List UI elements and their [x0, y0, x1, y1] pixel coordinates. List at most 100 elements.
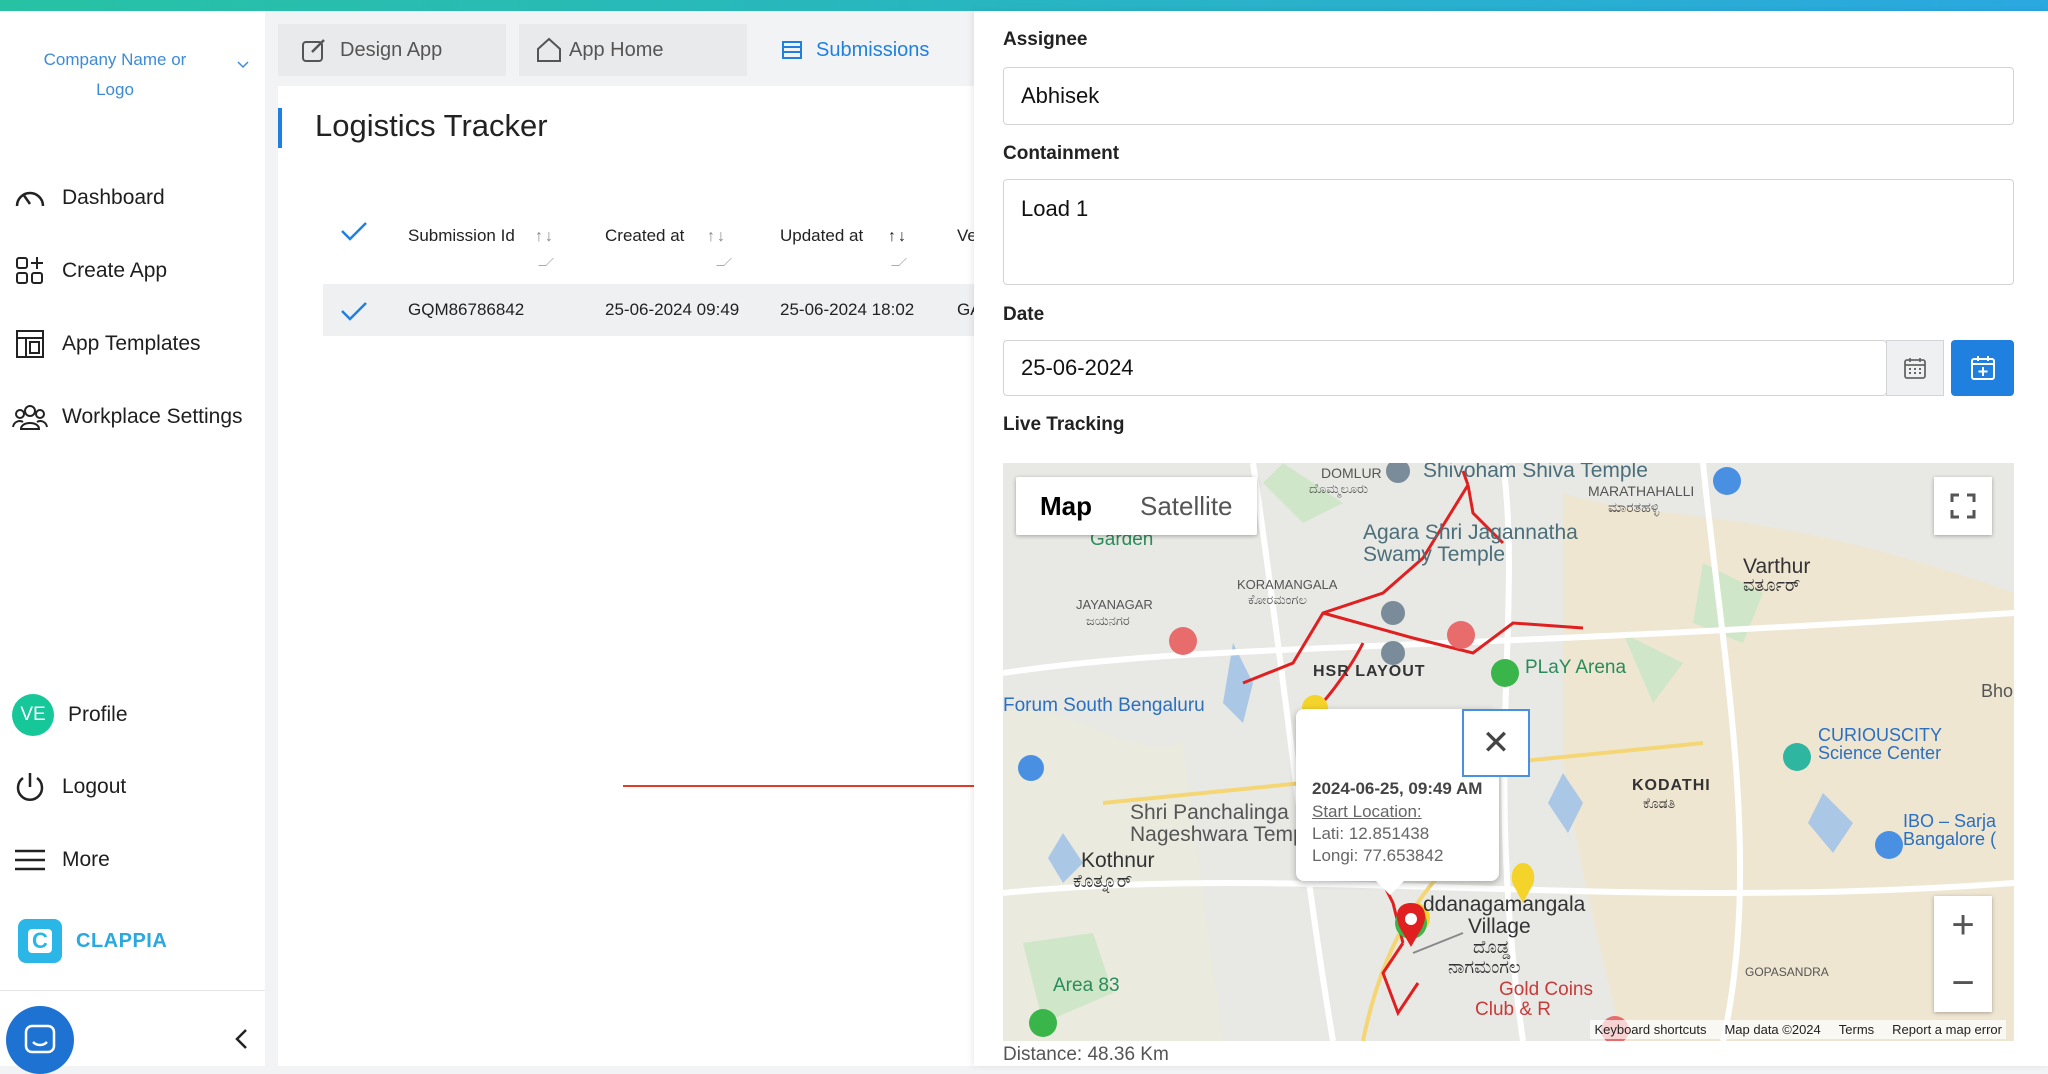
resize-handle[interactable] — [538, 258, 554, 266]
map-label-varthur-kn: ವರ್ತೂರ್ — [1743, 575, 1801, 595]
cell-updated-at: 25-06-2024 18:02 — [780, 300, 915, 319]
template-icon — [16, 330, 44, 358]
map-info-window: ✕ 2024-06-25, 09:49 AM Start Location: L… — [1296, 709, 1530, 895]
sort-icon[interactable]: ↑↓ — [535, 228, 555, 246]
tab-label: App Home — [569, 38, 664, 61]
title-accent — [278, 108, 282, 148]
date-label: Date — [1003, 304, 1045, 325]
clappia-logo-icon: C — [18, 919, 62, 963]
sidebar-item-label: More — [62, 848, 110, 871]
resize-handle[interactable] — [716, 258, 732, 266]
keyboard-shortcuts-link[interactable]: Keyboard shortcuts — [1594, 1022, 1706, 1037]
company-logo[interactable]: Company Name or Logo — [30, 45, 200, 105]
map-label-marathahalli: MARATHAHALLI — [1588, 483, 1695, 499]
divider — [0, 990, 265, 991]
people-icon — [12, 405, 48, 430]
map-label-shivoham: Shivoham Shiva Temple — [1423, 463, 1648, 482]
tab-app-home[interactable]: App Home — [519, 24, 747, 76]
cell-created-at: 25-06-2024 09:49 — [605, 300, 740, 319]
table-icon — [782, 41, 802, 59]
sidebar-item-label: Dashboard — [62, 186, 165, 209]
submissions-panel: Logistics Tracker Submission Id ↑↓ Creat… — [278, 86, 983, 1066]
tab-submissions[interactable]: Submissions — [760, 24, 974, 76]
info-start-location[interactable]: Start Location: — [1312, 802, 1422, 822]
power-icon — [16, 773, 44, 801]
collapse-sidebar-icon[interactable] — [228, 1025, 256, 1053]
zoom-in-button[interactable]: + — [1934, 896, 1992, 954]
assignee-field[interactable]: Abhisek — [1003, 67, 2014, 125]
map-label-kodathi-kn: ಕೊಡತಿ — [1643, 795, 1676, 811]
calendar-icon — [1904, 358, 1926, 379]
close-icon[interactable]: ✕ — [1462, 709, 1530, 777]
gauge-icon — [15, 191, 45, 207]
sidebar-item-workplace-settings[interactable]: Workplace Settings — [12, 397, 243, 437]
map-type-satellite-button[interactable]: Satellite — [1116, 477, 1257, 535]
fullscreen-button[interactable] — [1934, 477, 1992, 535]
map-label-domlur: DOMLUR — [1321, 465, 1382, 481]
map-label-kothnur: Kothnur — [1081, 849, 1155, 872]
map-label-gold-coins: Gold Coins — [1499, 979, 1593, 1000]
map-label-nageshwara-temple: Nageshwara Temple — [1130, 823, 1322, 846]
brand: C CLAPPIA — [18, 919, 167, 963]
zoom-out-button[interactable]: − — [1934, 954, 1992, 1012]
sidebar-item-label: Profile — [68, 703, 128, 726]
table-header: Submission Id ↑↓ Created at ↑↓ Updated a… — [323, 192, 983, 268]
chevron-down-icon[interactable] — [236, 57, 250, 71]
submission-detail-panel: Assignee Abhisek Containment Load 1 Date… — [974, 11, 2048, 1066]
sidebar-item-create-app[interactable]: Create App — [12, 251, 167, 291]
column-header[interactable]: Created at — [605, 226, 684, 246]
distance-readout: Distance: 48.36 Km — [1003, 1044, 1169, 1065]
map-label-play-arena: PLaY Arena — [1525, 657, 1627, 678]
map-label-kodathi: KODATHI — [1632, 777, 1711, 794]
assignee-label: Assignee — [1003, 29, 1088, 50]
sidebar-item-label: Workplace Settings — [62, 405, 243, 428]
date-field[interactable]: 25-06-2024 — [1003, 340, 1887, 396]
chat-button[interactable] — [6, 1006, 74, 1074]
sidebar-item-label: Create App — [62, 259, 168, 282]
sidebar-item-more[interactable]: More — [12, 840, 110, 880]
edit-icon — [302, 39, 325, 62]
map-type-toggle: Map Satellite — [1016, 477, 1257, 535]
info-longitude: Longi: 77.653842 — [1312, 846, 1444, 865]
map-label-hsr-layout: HSR LAYOUT — [1313, 663, 1426, 680]
resize-handle[interactable] — [891, 258, 907, 266]
sort-icon[interactable]: ↑↓ — [707, 228, 727, 246]
sidebar-item-profile[interactable]: VE Profile — [12, 694, 128, 736]
top-accent-bar — [0, 0, 2048, 11]
map-footer: Keyboard shortcuts Map data ©2024 Terms … — [1590, 1020, 2006, 1039]
map-label-marathahalli-kn: ಮಾರತಹಳ್ಳಿ — [1608, 499, 1660, 515]
chat-icon — [24, 1024, 56, 1054]
containment-field[interactable]: Load 1 — [1003, 179, 2014, 285]
row-check-icon[interactable] — [339, 298, 369, 324]
map-label-agara-2: Swamy Temple — [1363, 543, 1505, 566]
column-header[interactable]: Submission Id — [408, 226, 515, 246]
map-type-map-button[interactable]: Map — [1016, 477, 1116, 535]
live-tracking-map[interactable]: DOMLUR ದೊಮ್ಮಲೂರು Shivoham Shiva Temple M… — [1003, 463, 2014, 1041]
sidebar-item-app-templates[interactable]: App Templates — [12, 324, 201, 364]
sort-desc-icon[interactable]: ↑↓ — [888, 228, 908, 246]
sidebar-item-dashboard[interactable]: Dashboard — [12, 178, 165, 218]
map-label-club: Club & R — [1475, 999, 1552, 1020]
column-header[interactable]: Updated at — [780, 226, 863, 246]
map-label-koramangala: KORAMANGALA — [1237, 577, 1338, 592]
map-label-jayanagar: JAYANAGAR — [1076, 597, 1153, 612]
sidebar-item-logout[interactable]: Logout — [12, 767, 126, 807]
map-label-area-83: Area 83 — [1053, 975, 1120, 996]
cell-submission-id: GQM86786842 — [408, 300, 525, 319]
zoom-control: + − — [1934, 896, 1992, 1012]
map-label-bangalore: Bangalore ( — [1903, 829, 1997, 849]
table-row[interactable]: GQM86786842 25-06-2024 09:49 25-06-2024 … — [323, 284, 983, 336]
report-error-link[interactable]: Report a map error — [1892, 1022, 2002, 1037]
brand-name: CLAPPIA — [76, 929, 168, 952]
calendar-picker-button[interactable] — [1886, 340, 1944, 396]
select-all-check-icon[interactable] — [339, 218, 369, 244]
grid-plus-icon — [16, 257, 43, 284]
sidebar: Company Name or Logo Dashboard Create Ap… — [0, 11, 265, 1074]
map-label-shri-panchalinga: Shri Panchalinga — [1130, 801, 1289, 824]
add-date-button[interactable] — [1951, 340, 2014, 396]
map-label-domlur-kn: ದೊಮ್ಮಲೂರು — [1309, 481, 1369, 496]
terms-link[interactable]: Terms — [1839, 1022, 1874, 1037]
tab-design-app[interactable]: Design App — [278, 24, 506, 76]
map-label-gopasandra: GOPASANDRA — [1745, 965, 1829, 979]
map-label-village: Village — [1468, 915, 1531, 938]
